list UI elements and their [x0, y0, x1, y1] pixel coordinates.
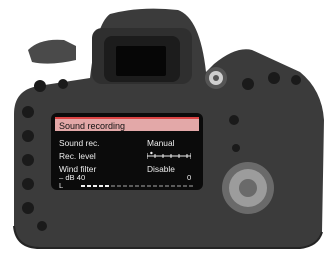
meter-segment [99, 185, 103, 187]
meter-segment [87, 185, 91, 187]
rec-level-marker [150, 151, 153, 155]
meter-scale-right: 0 [187, 173, 192, 182]
zoom-out-button[interactable] [22, 202, 34, 214]
meter-bar-l [81, 185, 193, 187]
small-button[interactable] [229, 115, 239, 125]
mode-dial[interactable] [28, 39, 76, 64]
meter-channel-r: R [59, 189, 64, 190]
erase-button[interactable] [22, 130, 34, 142]
meter-segment [153, 185, 157, 187]
star-button[interactable] [242, 78, 254, 90]
meter-segment [105, 185, 109, 187]
lcd-screen: Sound recording Sound rec. Manual Rec. l… [51, 113, 203, 190]
menu-title: Sound recording [55, 117, 199, 131]
row-value-sound-rec[interactable]: Manual [147, 138, 174, 148]
set-button[interactable] [239, 179, 257, 197]
meter-segment [129, 185, 133, 187]
meter-segment [111, 185, 115, 187]
meter-segment [123, 185, 127, 187]
playback-button[interactable] [22, 106, 34, 118]
meter-segment [135, 185, 139, 187]
meter-segment [141, 185, 145, 187]
meter-segment [117, 185, 121, 187]
meter-segment [183, 185, 187, 187]
meter-segment [159, 185, 163, 187]
meter-segment [171, 185, 175, 187]
protect-button[interactable] [22, 154, 34, 166]
af-point-button[interactable] [268, 72, 280, 84]
zoom-in-button[interactable] [22, 178, 34, 190]
quick-button[interactable] [291, 75, 301, 85]
row-value-wind-filter[interactable]: Disable [147, 164, 175, 174]
row-label-rec-level[interactable]: Rec. level [59, 151, 96, 161]
viewfinder-window [116, 46, 166, 76]
meter-segment [177, 185, 181, 187]
camera-back: Sound recording Sound rec. Manual Rec. l… [0, 0, 329, 254]
af-on-center [213, 75, 219, 81]
rate-button[interactable] [37, 221, 47, 231]
meter-segment [165, 185, 169, 187]
row-label-sound-rec[interactable]: Sound rec. [59, 138, 100, 148]
meter-segment [93, 185, 97, 187]
indicator [232, 144, 240, 152]
rec-level-slider[interactable] [147, 151, 191, 159]
info-button[interactable] [58, 79, 68, 89]
meter-segment [147, 185, 151, 187]
meter-segment [189, 185, 193, 187]
meter-segment [81, 185, 85, 187]
menu-button[interactable] [34, 80, 46, 92]
